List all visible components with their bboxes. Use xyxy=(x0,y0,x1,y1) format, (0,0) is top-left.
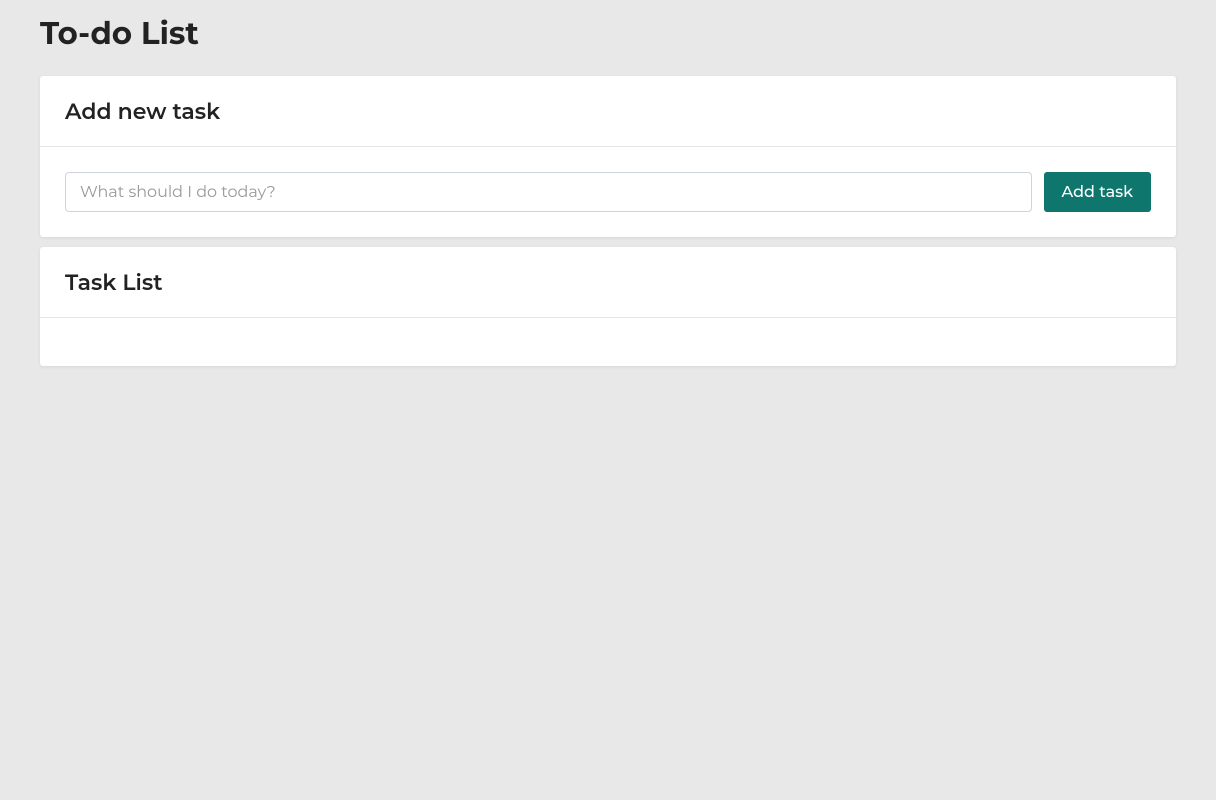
task-list-card-header: Task List xyxy=(40,247,1176,318)
add-task-card: Add new task Add task xyxy=(40,76,1176,237)
add-task-button[interactable]: Add task xyxy=(1044,172,1152,212)
page-title: To-do List xyxy=(40,14,1176,52)
add-task-input-group: Add task xyxy=(65,172,1151,212)
add-task-card-body: Add task xyxy=(40,147,1176,237)
task-list-body xyxy=(40,318,1176,366)
task-list-heading: Task List xyxy=(65,269,1151,296)
new-task-input[interactable] xyxy=(65,172,1032,212)
add-task-card-header: Add new task xyxy=(40,76,1176,147)
add-task-heading: Add new task xyxy=(65,98,1151,125)
task-list-card: Task List xyxy=(40,247,1176,366)
app-container: To-do List Add new task Add task Task Li… xyxy=(0,0,1216,366)
